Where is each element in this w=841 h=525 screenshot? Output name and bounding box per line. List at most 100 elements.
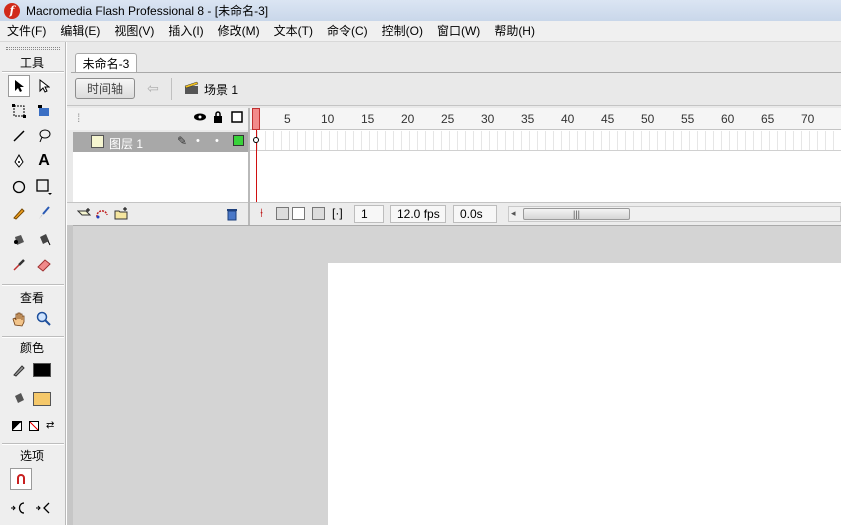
frame-rate-field[interactable]: 12.0 fps — [390, 205, 446, 223]
timeline-divider — [67, 105, 841, 106]
frames-area[interactable]: 1 5 10 15 20 25 30 35 40 45 50 55 60 65 … — [250, 108, 841, 202]
layer-header: ⁞ — [67, 108, 248, 130]
menu-file[interactable]: 文件(F) — [0, 21, 53, 42]
layer-list-empty — [73, 152, 248, 202]
center-frame-icon[interactable]: ⍿ — [260, 206, 263, 221]
brush-tool-icon[interactable] — [33, 202, 55, 224]
current-frame-field: 1 — [354, 205, 384, 223]
ruler-label: 10 — [321, 112, 335, 126]
onion-skin-outlines-icon[interactable] — [292, 207, 305, 220]
rectangle-tool-icon[interactable] — [33, 176, 55, 198]
ruler-label: 20 — [401, 112, 415, 126]
layer-name[interactable]: 图层 1 — [109, 135, 143, 152]
layer-frames-row[interactable] — [250, 131, 841, 151]
tools-panel-grip[interactable] — [6, 47, 60, 50]
timeline-horizontal-scrollbar[interactable]: ◂ ||| — [508, 206, 841, 222]
ruler-label: 30 — [481, 112, 495, 126]
menu-view[interactable]: 视图(V) — [107, 21, 161, 42]
ruler-label: 15 — [361, 112, 375, 126]
blank-keyframe[interactable] — [253, 137, 259, 143]
insert-layer-icon[interactable] — [76, 207, 92, 223]
lock-dot[interactable]: • — [215, 135, 219, 147]
edit-multiple-frames-icon[interactable] — [312, 207, 325, 220]
lock-icon[interactable] — [213, 111, 223, 126]
ruler-label: 40 — [561, 112, 575, 126]
lasso-tool-icon[interactable] — [33, 125, 55, 147]
menu-commands[interactable]: 命令(C) — [320, 21, 375, 42]
show-hide-eye-icon[interactable] — [193, 111, 207, 125]
menu-modify[interactable]: 修改(M) — [211, 21, 267, 42]
onion-skin-icon[interactable] — [276, 207, 289, 220]
timeline-panel: 未命名-3 时间轴 ⇦ 场景 1 ⁞ 图层 1 ✎ • • 5 10 15 20… — [67, 42, 841, 225]
elapsed-time-field: 0.0s — [453, 205, 497, 223]
panel-grip-icon[interactable]: ⁞ — [77, 111, 80, 125]
insert-layer-folder-icon[interactable] — [114, 207, 129, 223]
edit-pencil-icon: ✎ — [177, 134, 188, 148]
no-color-icon[interactable] — [28, 421, 39, 431]
ruler-label: 50 — [641, 112, 655, 126]
stage-canvas[interactable] — [328, 263, 841, 525]
frame-ruler[interactable]: 1 5 10 15 20 25 30 35 40 45 50 55 60 65 … — [250, 108, 841, 130]
fill-color-bucket-icon — [8, 387, 30, 409]
scroll-thumb[interactable]: ||| — [523, 208, 630, 220]
line-tool-icon[interactable] — [8, 125, 30, 147]
black-white-icon[interactable] — [11, 421, 22, 431]
add-motion-guide-icon[interactable] — [95, 207, 111, 223]
stage-left-border — [67, 225, 73, 525]
eyedropper-tool-icon[interactable] — [8, 254, 30, 276]
delete-layer-trash-icon[interactable] — [225, 207, 239, 224]
playhead[interactable] — [252, 108, 260, 130]
scroll-left-arrow-icon[interactable]: ◂ — [511, 208, 516, 219]
modify-onion-markers-icon[interactable]: [·] — [332, 206, 343, 220]
tools-divider — [2, 71, 64, 73]
tools-title: 工具 — [19, 56, 44, 70]
layer-toolbar — [67, 202, 248, 225]
menu-edit[interactable]: 编辑(E) — [53, 21, 107, 42]
fill-transform-tool-icon[interactable] — [33, 100, 55, 122]
document-tab[interactable]: 未命名-3 — [75, 53, 137, 73]
window-title: Macromedia Flash Professional 8 - [未命名-3… — [26, 4, 269, 18]
layer-row[interactable]: 图层 1 ✎ • • — [73, 132, 248, 152]
color-options-row: ⇄ — [8, 415, 58, 437]
stroke-color-swatch[interactable] — [33, 363, 51, 377]
menu-text[interactable]: 文本(T) — [267, 21, 320, 42]
tools-divider — [2, 443, 64, 445]
smooth-option-icon[interactable] — [8, 497, 30, 519]
hand-tool-icon[interactable] — [8, 308, 30, 330]
tools-divider — [2, 284, 64, 286]
menu-window[interactable]: 窗口(W) — [430, 21, 487, 42]
pencil-tool-icon[interactable] — [8, 202, 30, 224]
tools-panel: 工具 A 查看 颜色 ⇄ 选项 — [0, 42, 66, 525]
text-tool-icon[interactable]: A — [33, 150, 55, 172]
zoom-tool-icon[interactable] — [33, 308, 55, 330]
back-arrow-icon[interactable]: ⇦ — [147, 80, 159, 97]
snap-magnet-icon[interactable] — [10, 468, 32, 490]
straighten-option-icon[interactable] — [33, 497, 55, 519]
visibility-dot[interactable]: • — [196, 135, 200, 147]
timeline-status-bar: ⍿ [·] 1 12.0 fps 0.0s ◂ ||| — [250, 202, 841, 225]
toolbar-separator — [171, 78, 172, 100]
swap-colors-icon[interactable]: ⇄ — [46, 421, 54, 431]
menu-help[interactable]: 帮助(H) — [487, 21, 542, 42]
oval-tool-icon[interactable] — [8, 176, 30, 198]
free-transform-tool-icon[interactable] — [8, 100, 30, 122]
ruler-label: 60 — [721, 112, 735, 126]
tab-divider — [71, 72, 841, 73]
fill-color-swatch[interactable] — [33, 392, 51, 406]
menu-bar: 文件(F) 编辑(E) 视图(V) 插入(I) 修改(M) 文本(T) 命令(C… — [0, 21, 841, 42]
scene-label[interactable]: 场景 1 — [204, 81, 238, 98]
selection-tool-icon[interactable] — [8, 75, 30, 97]
eraser-tool-icon[interactable] — [33, 254, 55, 276]
subselection-tool-icon[interactable] — [33, 75, 55, 97]
layer-outline-color[interactable] — [233, 135, 244, 146]
ruler-label: 65 — [761, 112, 775, 126]
ink-bottle-tool-icon[interactable] — [8, 228, 30, 250]
menu-control[interactable]: 控制(O) — [375, 21, 430, 42]
ruler-label: 5 — [284, 112, 291, 126]
menu-insert[interactable]: 插入(I) — [161, 21, 210, 42]
pen-tool-icon[interactable] — [8, 150, 30, 172]
view-section-title: 查看 — [19, 291, 44, 305]
outline-square-icon[interactable] — [231, 111, 243, 126]
timeline-toggle-button[interactable]: 时间轴 — [75, 78, 135, 99]
paint-bucket-tool-icon[interactable] — [33, 228, 55, 250]
